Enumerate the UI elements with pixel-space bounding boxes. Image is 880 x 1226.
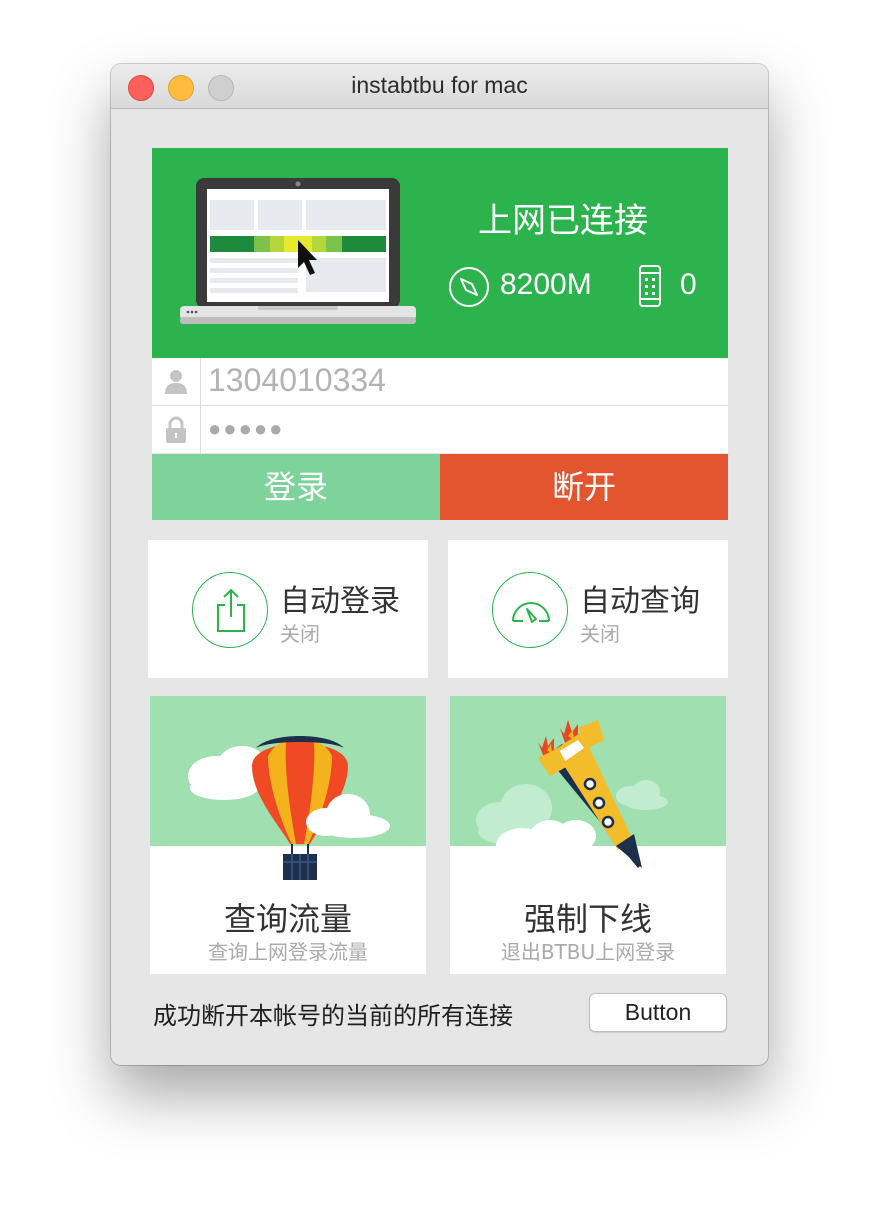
- auto-query-card[interactable]: 自动查询 关闭: [448, 540, 728, 678]
- status-message: 成功断开本帐号的当前的所有连接: [153, 1002, 513, 1030]
- auto-login-title: 自动登录: [280, 584, 400, 619]
- login-button[interactable]: 登录: [152, 454, 440, 520]
- device-count: 0: [680, 268, 697, 301]
- auto-query-title: 自动查询: [580, 584, 700, 619]
- force-offline-subtitle: 退出BTBU上网登录: [500, 940, 676, 964]
- speedometer-icon: [512, 602, 550, 623]
- traffic-value: 8200M: [500, 268, 592, 301]
- account-value: 1304010334: [208, 362, 386, 398]
- compass-icon: [449, 267, 489, 307]
- auto-query-state: 关闭: [580, 622, 620, 646]
- generic-button[interactable]: Button: [589, 993, 727, 1032]
- user-icon: [165, 370, 187, 394]
- password-field[interactable]: ●●●●●: [152, 406, 728, 453]
- force-offline-title: 强制下线: [523, 900, 652, 938]
- app-window: instabtbu for mac 上网已连接 8200M 0 13040103…: [111, 64, 768, 1065]
- title-bar: instabtbu for mac: [111, 64, 768, 109]
- disconnect-button[interactable]: 断开: [440, 454, 728, 520]
- force-offline-tile[interactable]: 强制下线 退出BTBU上网登录: [450, 696, 726, 974]
- query-traffic-subtitle: 查询上网登录流量: [208, 940, 368, 964]
- share-upload-icon: [217, 588, 245, 632]
- hot-air-balloon-icon: [188, 736, 390, 880]
- password-value: ●●●●●: [208, 416, 285, 441]
- rocket-icon: [476, 720, 668, 868]
- auto-login-state: 关闭: [280, 622, 320, 646]
- lock-icon: [166, 416, 186, 443]
- account-field[interactable]: 1304010334: [152, 358, 728, 405]
- connection-status-text: 上网已连接: [478, 201, 648, 241]
- phone-icon: [639, 265, 661, 307]
- query-traffic-tile[interactable]: 查询流量 查询上网登录流量: [150, 696, 426, 974]
- query-traffic-title: 查询流量: [223, 900, 352, 938]
- auto-login-card[interactable]: 自动登录 关闭: [148, 540, 428, 678]
- window-title: instabtbu for mac: [351, 72, 528, 98]
- connection-banner: 上网已连接 8200M 0: [152, 148, 728, 358]
- laptop-illustration-icon: [180, 178, 416, 324]
